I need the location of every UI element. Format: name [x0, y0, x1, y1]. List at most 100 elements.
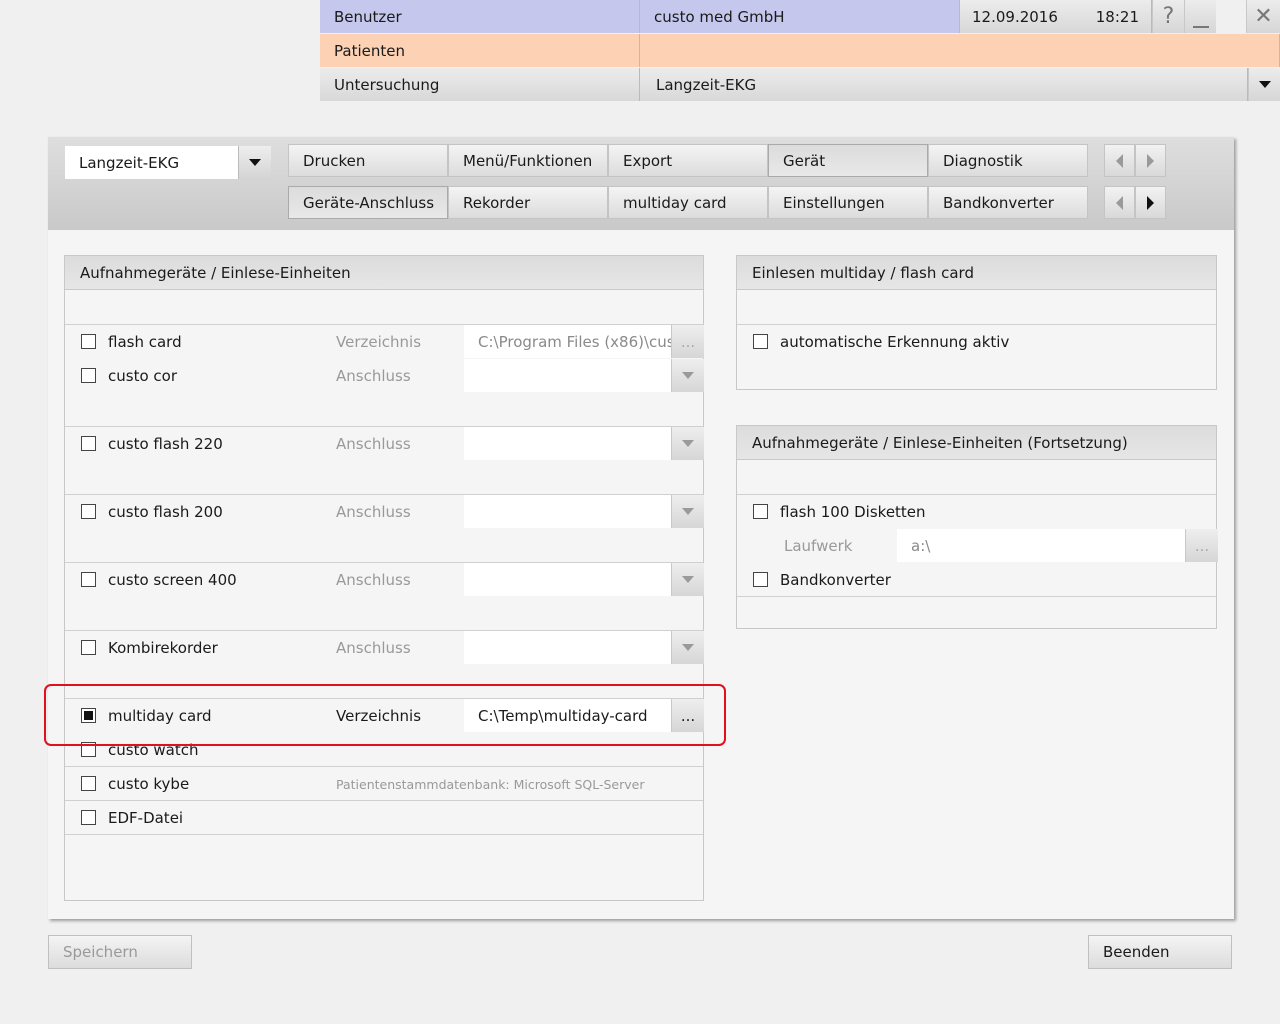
tab-bandkonverter[interactable]: Bandkonverter: [928, 186, 1088, 219]
custo-screen-400-checkbox[interactable]: [81, 572, 96, 587]
custo-cor-label: custo cor: [108, 367, 177, 385]
tab-rekorder[interactable]: Rekorder: [448, 186, 608, 219]
devices-group-header: Aufnahmegeräte / Einlese-Einheiten: [65, 256, 703, 290]
tab-label: Bandkonverter: [943, 193, 1054, 212]
custo-flash-220-checkbox[interactable]: [81, 436, 96, 451]
main-panel: Langzeit-EKG Drucken Menü/Funktionen Exp…: [48, 137, 1234, 919]
custo-screen-400-label: custo screen 400: [108, 571, 237, 589]
divider: [65, 834, 703, 835]
flash-card-directory-field[interactable]: C:\Program Files (x86)\custo: [464, 325, 671, 358]
module-dropdown-button[interactable]: [238, 146, 271, 179]
user-value-cell: custo med GmbH: [640, 0, 960, 33]
custo-screen-400-dropdown-button[interactable]: [671, 563, 704, 596]
arrow-left-icon: [1116, 153, 1123, 168]
save-button[interactable]: Speichern: [48, 935, 192, 969]
exam-label: Untersuchung: [334, 75, 440, 94]
custo-flash-200-dropdown-button[interactable]: [671, 495, 704, 528]
tabs-row1-next-button[interactable]: [1135, 144, 1166, 177]
user-value: custo med GmbH: [654, 7, 785, 26]
kombirekorder-label: Kombirekorder: [108, 639, 218, 657]
minimize-button[interactable]: [1184, 0, 1216, 33]
flash100-checkbox[interactable]: [753, 504, 768, 519]
exit-button-label: Beenden: [1103, 943, 1170, 961]
module-select-value: Langzeit-EKG: [79, 153, 180, 172]
custo-flash-200-label: custo flash 200: [108, 503, 223, 521]
drive-browse-button[interactable]: ...: [1185, 529, 1218, 562]
exam-dropdown-button[interactable]: [1248, 68, 1280, 101]
tab-diagnostik[interactable]: Diagnostik: [928, 144, 1088, 177]
question-icon: ?: [1162, 4, 1175, 29]
tab-menue-funktionen[interactable]: Menü/Funktionen: [448, 144, 608, 177]
toolbar: Langzeit-EKG Drucken Menü/Funktionen Exp…: [48, 137, 1234, 230]
custo-flash-220-port-select[interactable]: [464, 427, 671, 460]
ellipsis-icon: ...: [680, 332, 696, 351]
tab-label: Export: [623, 151, 673, 170]
custo-cor-param-label: Anschluss: [336, 367, 411, 385]
custo-flash-200-port-select[interactable]: [464, 495, 671, 528]
bandkonverter-checkbox[interactable]: [753, 572, 768, 587]
flash-card-param-label: Verzeichnis: [336, 333, 422, 351]
exit-button[interactable]: Beenden: [1088, 935, 1232, 969]
custo-flash-220-param-label: Anschluss: [336, 435, 411, 453]
tab-label: Geräte-Anschluss: [303, 193, 435, 212]
group-title: Aufnahmegeräte / Einlese-Einheiten (Fort…: [752, 433, 1128, 452]
patient-label-cell[interactable]: Patienten: [320, 34, 640, 67]
tab-label: multiday card: [623, 193, 727, 212]
tab-geraet[interactable]: Gerät: [768, 144, 928, 177]
tabs-row1-prev-button[interactable]: [1104, 144, 1135, 177]
divider: [65, 800, 703, 801]
tab-einstellungen[interactable]: Einstellungen: [768, 186, 928, 219]
tab-export[interactable]: Export: [608, 144, 768, 177]
divider: [65, 766, 703, 767]
edf-datei-checkbox[interactable]: [81, 810, 96, 825]
divider: [737, 324, 1216, 325]
user-label-cell: Benutzer: [320, 0, 640, 33]
kombirekorder-param-label: Anschluss: [336, 639, 411, 657]
custo-kybe-label: custo kybe: [108, 775, 190, 793]
kombirekorder-dropdown-button[interactable]: [671, 631, 704, 664]
custo-cor-dropdown-button[interactable]: [671, 359, 704, 392]
close-button[interactable]: ✕: [1246, 0, 1280, 33]
patient-value-cell[interactable]: [640, 34, 1280, 67]
time-text: 18:21: [1095, 7, 1139, 26]
flash-card-checkbox[interactable]: [81, 334, 96, 349]
tab-geraete-anschluss[interactable]: Geräte-Anschluss: [288, 186, 448, 219]
custo-screen-400-port-select[interactable]: [464, 563, 671, 596]
minimize-icon: [1192, 25, 1209, 28]
kombirekorder-port-select[interactable]: [464, 631, 671, 664]
arrow-right-icon: [1147, 153, 1154, 168]
tabs-row2-prev-button[interactable]: [1104, 186, 1135, 219]
flash100-label: flash 100 Disketten: [780, 503, 926, 521]
devices-continued-group: Aufnahmegeräte / Einlese-Einheiten (Fort…: [736, 425, 1218, 629]
flash-card-browse-button[interactable]: ...: [671, 325, 704, 358]
chevron-down-icon: [682, 372, 694, 379]
drive-field[interactable]: a:\: [897, 529, 1185, 562]
exam-label-cell: Untersuchung: [320, 68, 640, 101]
help-button[interactable]: ?: [1152, 0, 1184, 33]
date-cell: 12.09.2016 18:21: [960, 0, 1152, 33]
custo-cor-checkbox[interactable]: [81, 368, 96, 383]
field-value: a:\: [911, 536, 931, 555]
kombirekorder-checkbox[interactable]: [81, 640, 96, 655]
tab-label: Drucken: [303, 151, 366, 170]
tab-drucken[interactable]: Drucken: [288, 144, 448, 177]
bandkonverter-label: Bandkonverter: [780, 571, 891, 589]
tab-label: Gerät: [783, 151, 826, 170]
ellipsis-icon: ...: [1194, 536, 1210, 555]
drive-label: Laufwerk: [784, 537, 853, 555]
custo-kybe-checkbox[interactable]: [81, 776, 96, 791]
tab-label: Rekorder: [463, 193, 531, 212]
custo-flash-200-checkbox[interactable]: [81, 504, 96, 519]
custo-cor-port-select[interactable]: [464, 359, 671, 392]
chevron-down-icon: [249, 159, 261, 166]
custo-flash-220-dropdown-button[interactable]: [671, 427, 704, 460]
patient-label: Patienten: [334, 41, 405, 60]
exam-select[interactable]: Langzeit-EKG: [640, 68, 1248, 101]
tab-multiday-card[interactable]: multiday card: [608, 186, 768, 219]
arrow-left-icon: [1116, 195, 1123, 210]
auto-detect-checkbox[interactable]: [753, 334, 768, 349]
multiday-read-group: Einlesen multiday / flash card automatis…: [736, 255, 1217, 390]
custo-screen-400-param-label: Anschluss: [336, 571, 411, 589]
auto-detect-label: automatische Erkennung aktiv: [780, 333, 1010, 351]
tabs-row2-next-button[interactable]: [1135, 186, 1166, 219]
